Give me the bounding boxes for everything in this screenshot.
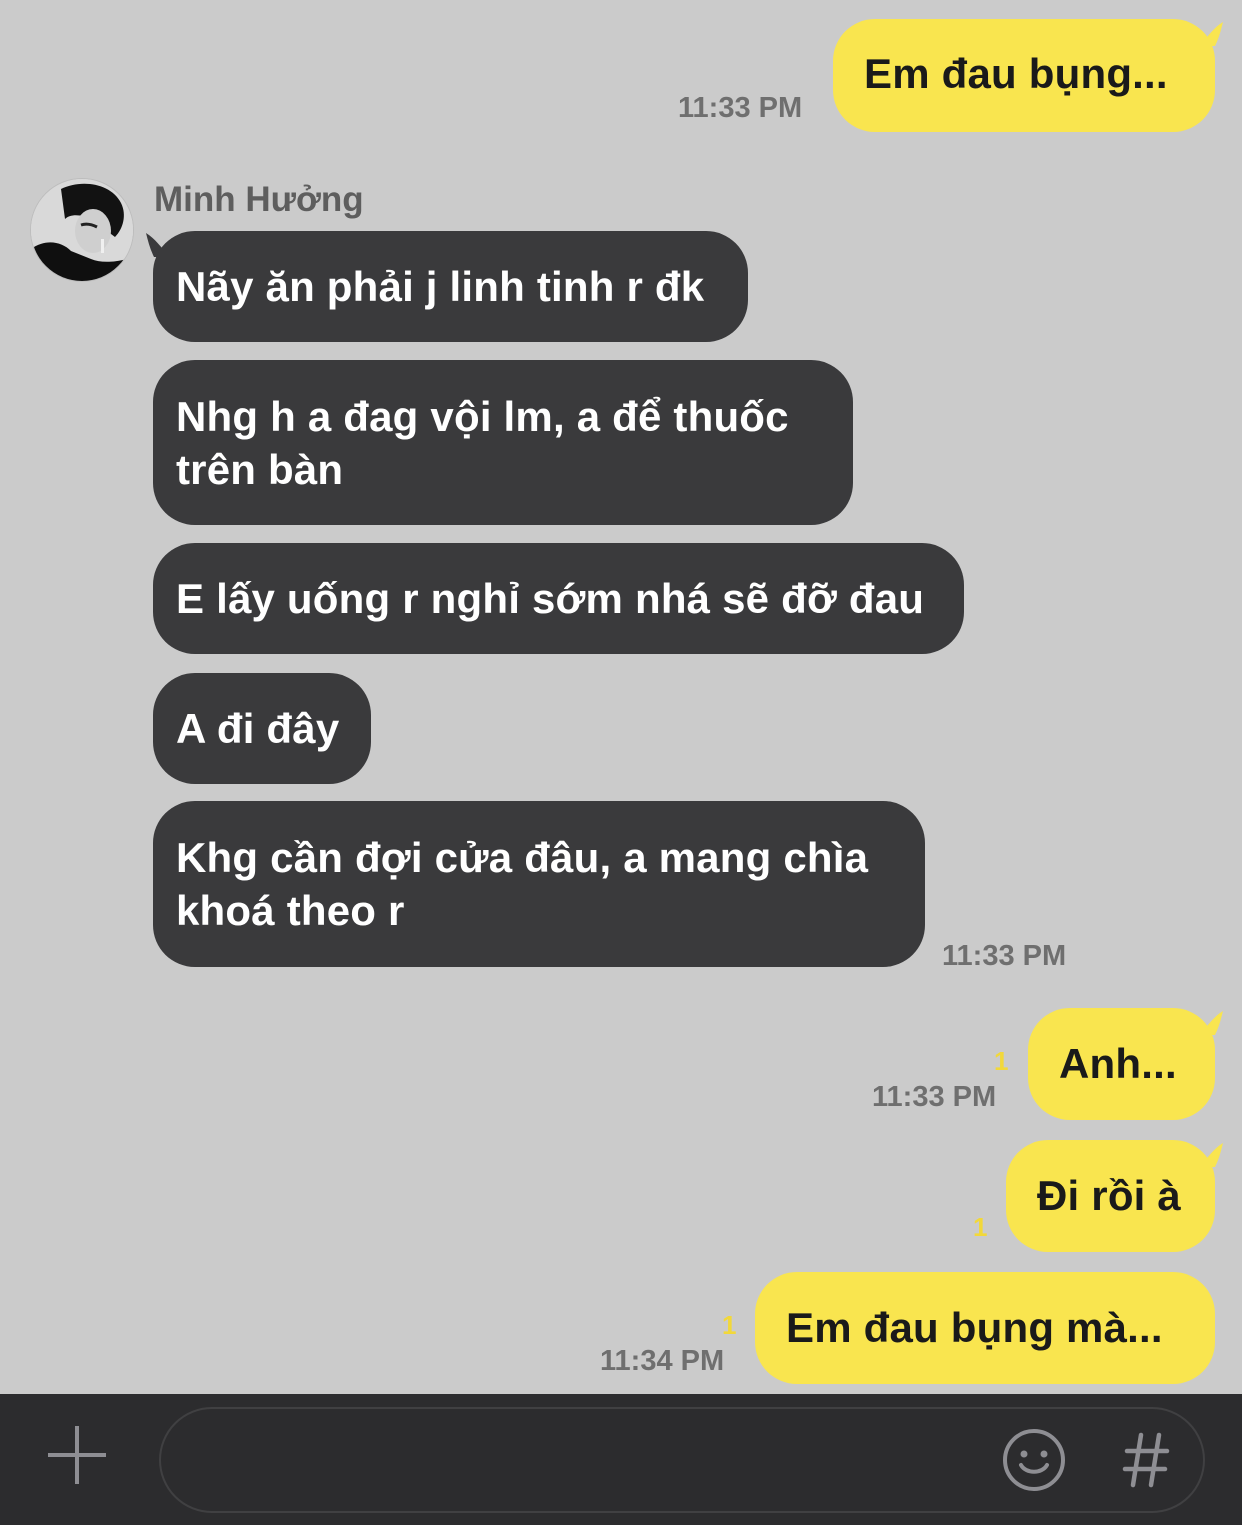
outgoing-message[interactable]: Em đau bụng mà...	[755, 1272, 1215, 1384]
incoming-message[interactable]: Nhg h a đag vội lm, a để thuốc trên bàn	[153, 360, 853, 525]
message-text: Đi rồi à	[1037, 1172, 1181, 1219]
message-text-line: Nhg h a đag vội lm, a để thuốc	[176, 393, 789, 440]
message-text: Anh...	[1059, 1040, 1177, 1087]
message-text-line: khoá theo r	[176, 887, 405, 934]
incoming-message[interactable]: A đi đây	[153, 673, 371, 784]
outgoing-message[interactable]: Anh...	[1028, 1008, 1215, 1120]
emoji-button[interactable]	[1001, 1427, 1067, 1493]
hashtag-button[interactable]	[1121, 1427, 1171, 1493]
bubble-tail	[1199, 1143, 1223, 1167]
message-input[interactable]	[201, 1429, 1005, 1491]
message-text-line: Khg cần đợi cửa đâu, a mang chìa	[176, 834, 869, 881]
outgoing-message[interactable]: Đi rồi à	[1006, 1140, 1215, 1252]
sender-name: Minh Hưởng	[154, 180, 364, 219]
incoming-message[interactable]: Nãy ăn phải j linh tinh r đk	[153, 231, 748, 342]
message-text-line: trên bàn	[176, 446, 344, 493]
message-text: Em đau bụng...	[864, 50, 1168, 97]
message-text: Em đau bụng mà...	[786, 1304, 1163, 1351]
message-time: 11:34 PM	[600, 1345, 725, 1377]
bubble-tail	[1199, 22, 1223, 46]
message-time: 11:33 PM	[942, 940, 1067, 972]
message-time: 11:33 PM	[678, 92, 803, 124]
message-text: E lấy uống r nghỉ sớm nhá sẽ đỡ đau	[176, 575, 925, 622]
message-input-field[interactable]	[159, 1407, 1205, 1513]
bubble-tail	[1199, 1011, 1223, 1035]
unread-count: 1	[722, 1310, 737, 1340]
unread-count: 1	[994, 1046, 1009, 1076]
contact-avatar[interactable]	[30, 178, 134, 282]
message-text: Nãy ăn phải j linh tinh r đk	[176, 263, 705, 310]
message-text: A đi đây	[176, 705, 340, 752]
smiley-icon	[1003, 1429, 1065, 1491]
unread-count: 1	[973, 1212, 988, 1242]
hash-icon	[1122, 1432, 1170, 1488]
chat-area[interactable]: 11:33 PM Em đau bụng... Minh Hưởng Nãy ă…	[0, 0, 1242, 1394]
incoming-message[interactable]: E lấy uống r nghỉ sớm nhá sẽ đỡ đau	[153, 543, 964, 654]
outgoing-message[interactable]: Em đau bụng...	[833, 19, 1215, 132]
plus-icon	[48, 1426, 106, 1484]
incoming-message[interactable]: Khg cần đợi cửa đâu, a mang chìa khoá th…	[153, 801, 925, 967]
message-time: 11:33 PM	[872, 1081, 997, 1113]
message-input-bar	[0, 1394, 1242, 1525]
attach-button[interactable]	[46, 1424, 108, 1486]
